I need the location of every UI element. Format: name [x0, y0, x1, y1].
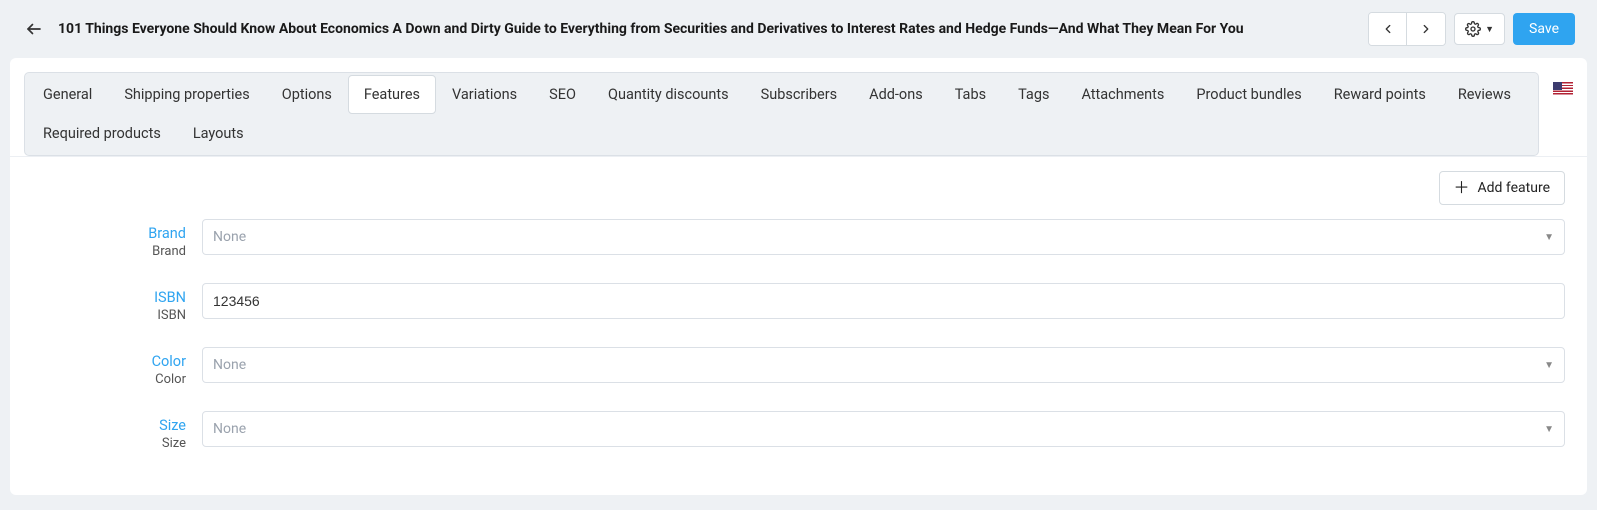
feature-label-sub: Color — [32, 372, 186, 387]
settings-dropdown[interactable]: ▼ — [1454, 13, 1505, 45]
tab-variations[interactable]: Variations — [436, 75, 533, 114]
tab-general[interactable]: General — [27, 75, 108, 114]
tab-reward-points[interactable]: Reward points — [1318, 75, 1442, 114]
feature-row: Brand Brand None ▼ — [32, 219, 1565, 259]
tabs-bar: GeneralShipping propertiesOptionsFeature… — [24, 72, 1539, 156]
next-button[interactable] — [1407, 13, 1445, 45]
features-form: BrandBrandNone▼ISBNISBNColorColorNone▼Si… — [10, 213, 1587, 451]
prev-button[interactable] — [1369, 13, 1407, 45]
feature-label-link[interactable]: Color — [32, 353, 186, 370]
tab-shipping-properties[interactable]: Shipping properties — [108, 75, 265, 114]
feature-row: Size Size None ▼ — [32, 411, 1565, 451]
feature-label-sub: Size — [32, 436, 186, 451]
caret-down-icon: ▼ — [1544, 360, 1554, 371]
select-value: None — [213, 357, 246, 373]
gear-icon — [1465, 21, 1481, 37]
nav-prev-next-group — [1368, 12, 1446, 46]
tab-seo[interactable]: SEO — [533, 75, 592, 114]
feature-text-input-wrapper — [202, 283, 1565, 319]
feature-row: Color Color None ▼ — [32, 347, 1565, 387]
feature-label-link[interactable]: ISBN — [32, 289, 186, 306]
feature-row: ISBN ISBN — [32, 283, 1565, 323]
tab-features[interactable]: Features — [348, 75, 436, 114]
save-button[interactable]: Save — [1513, 13, 1575, 45]
add-feature-button[interactable]: ＋ Add feature — [1439, 171, 1566, 205]
tab-subscribers[interactable]: Subscribers — [745, 75, 854, 114]
tab-add-ons[interactable]: Add-ons — [853, 75, 939, 114]
feature-label-sub: ISBN — [32, 308, 186, 323]
tab-quantity-discounts[interactable]: Quantity discounts — [592, 75, 745, 114]
language-flag-us[interactable] — [1553, 82, 1573, 96]
select-value: None — [213, 421, 246, 437]
add-feature-label: Add feature — [1478, 180, 1550, 196]
caret-down-icon: ▼ — [1544, 424, 1554, 435]
page-title: 101 Things Everyone Should Know About Ec… — [58, 21, 1356, 37]
tab-product-bundles[interactable]: Product bundles — [1180, 75, 1317, 114]
caret-down-icon: ▼ — [1485, 24, 1494, 35]
feature-text-input[interactable] — [213, 293, 1554, 309]
back-arrow-icon[interactable] — [22, 17, 46, 41]
caret-down-icon: ▼ — [1544, 232, 1554, 243]
tab-tabs[interactable]: Tabs — [939, 75, 1002, 114]
feature-select[interactable]: None ▼ — [202, 411, 1565, 447]
select-value: None — [213, 229, 246, 245]
feature-select[interactable]: None ▼ — [202, 219, 1565, 255]
feature-select[interactable]: None ▼ — [202, 347, 1565, 383]
plus-icon: ＋ — [1454, 180, 1470, 196]
feature-label-link[interactable]: Size — [32, 417, 186, 434]
tab-tags[interactable]: Tags — [1002, 75, 1065, 114]
feature-label-link[interactable]: Brand — [32, 225, 186, 242]
tab-required-products[interactable]: Required products — [27, 114, 177, 153]
tab-options[interactable]: Options — [266, 75, 348, 114]
tab-reviews[interactable]: Reviews — [1442, 75, 1527, 114]
feature-label-sub: Brand — [32, 244, 186, 259]
tab-layouts[interactable]: Layouts — [177, 114, 260, 153]
tab-attachments[interactable]: Attachments — [1065, 75, 1180, 114]
